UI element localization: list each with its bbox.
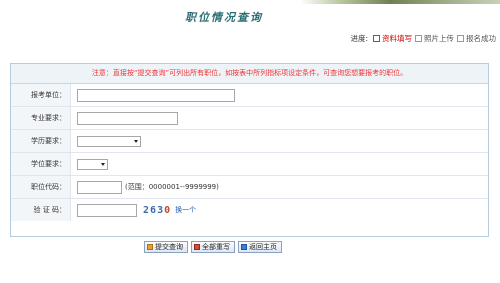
chevron-down-icon bbox=[134, 139, 138, 143]
captcha-input[interactable] bbox=[77, 203, 137, 217]
position-code-hint: (范围：0000001--9999999) bbox=[125, 183, 219, 191]
form-row-major: 专业要求： bbox=[11, 107, 488, 130]
banner-decoration bbox=[300, 0, 500, 4]
captcha-image: 2630 bbox=[143, 205, 171, 216]
submit-query-button[interactable]: 提交查询 bbox=[144, 241, 188, 253]
action-buttons: 提交查询 全部重写 返回主页 bbox=[0, 241, 500, 255]
captcha-char: 6 bbox=[150, 204, 158, 216]
page-title: 职位情况查询 bbox=[185, 11, 263, 24]
search-icon bbox=[147, 244, 153, 250]
reset-button[interactable]: 全部重写 bbox=[191, 241, 235, 253]
query-form: 注意：直接按“提交查询”可列出所有职位，如按表中所列指标项设定条件，可查询您想要… bbox=[10, 63, 489, 237]
degree-label: 学位要求： bbox=[11, 153, 71, 175]
home-icon bbox=[241, 244, 247, 250]
checkbox-icon bbox=[415, 35, 422, 42]
form-row-captcha: 验 证 码： 2630 换一个 bbox=[11, 199, 488, 221]
position-code-input[interactable] bbox=[77, 180, 122, 194]
submit-button-label: 提交查询 bbox=[155, 243, 183, 251]
checkbox-icon bbox=[373, 35, 380, 42]
unit-input[interactable] bbox=[77, 88, 235, 102]
change-captcha-link[interactable]: 换一个 bbox=[175, 205, 196, 215]
home-button[interactable]: 返回主页 bbox=[238, 241, 282, 253]
progress-step-upload-photo: 照片上传 bbox=[415, 33, 454, 44]
captcha-char: 0 bbox=[164, 204, 172, 216]
header-banner: 职位情况查询 bbox=[0, 0, 500, 30]
education-select[interactable] bbox=[77, 135, 141, 147]
major-input[interactable] bbox=[77, 111, 178, 125]
captcha-char: 2 bbox=[143, 204, 151, 216]
captcha-label: 验 证 码： bbox=[11, 199, 71, 221]
major-label: 专业要求： bbox=[11, 107, 71, 129]
progress-step-success: 报名成功 bbox=[457, 33, 496, 44]
chevron-down-icon bbox=[101, 162, 105, 166]
progress-step-fill-info: 资料填写 bbox=[373, 33, 412, 44]
progress-step-label: 报名成功 bbox=[466, 34, 496, 43]
form-row-education: 学历要求： bbox=[11, 130, 488, 153]
checkbox-icon bbox=[457, 35, 464, 42]
reset-button-label: 全部重写 bbox=[202, 243, 230, 251]
progress-indicator: 进度: 资料填写 照片上传 报名成功 bbox=[350, 33, 496, 44]
degree-select[interactable] bbox=[77, 158, 108, 170]
home-button-label: 返回主页 bbox=[249, 243, 277, 251]
education-label: 学历要求： bbox=[11, 130, 71, 152]
form-row-unit: 报考单位： bbox=[11, 84, 488, 107]
form-row-position-code: 职位代码： (范围：0000001--9999999) bbox=[11, 176, 488, 199]
form-row-degree: 学位要求： bbox=[11, 153, 488, 176]
progress-step-label: 资料填写 bbox=[382, 34, 412, 43]
notice-text: 注意：直接按“提交查询”可列出所有职位，如按表中所列指标项设定条件，可查询您想要… bbox=[11, 64, 488, 84]
reset-icon bbox=[194, 244, 200, 250]
unit-label: 报考单位： bbox=[11, 84, 71, 106]
position-code-label: 职位代码： bbox=[11, 176, 71, 198]
progress-label: 进度: bbox=[350, 34, 368, 43]
progress-step-label: 照片上传 bbox=[424, 34, 454, 43]
